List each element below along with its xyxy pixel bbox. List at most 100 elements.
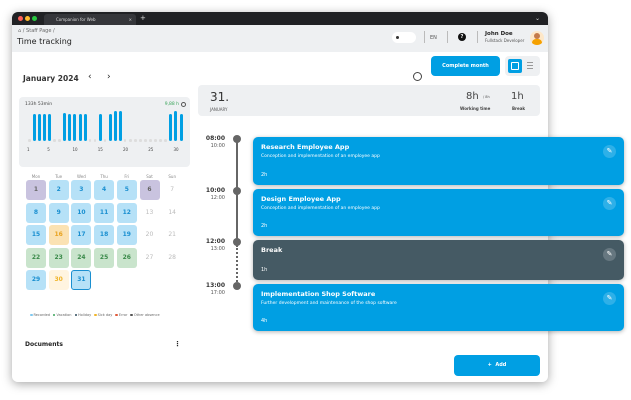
calendar-day[interactable]: 31 bbox=[71, 270, 92, 290]
next-month-button[interactable]: › bbox=[107, 72, 111, 82]
break-value: 1h bbox=[511, 91, 524, 102]
calendar-day[interactable]: 17 bbox=[71, 225, 92, 245]
time-entry-card[interactable]: Implementation Shop Software Further dev… bbox=[253, 284, 624, 331]
working-time-label: Working time bbox=[460, 106, 491, 111]
breadcrumb-staff-page[interactable]: / Staff Page / bbox=[23, 28, 55, 34]
entry-duration: 1h bbox=[261, 267, 268, 273]
calendar-day[interactable]: 5 bbox=[116, 180, 137, 200]
chart-bar-day-21 bbox=[129, 139, 132, 142]
calendar-day[interactable]: 9 bbox=[48, 202, 69, 223]
avatar[interactable] bbox=[530, 31, 544, 45]
chart-bar-day-22 bbox=[134, 139, 137, 142]
calendar-day[interactable]: 13 bbox=[140, 203, 160, 223]
edit-pencil-icon[interactable]: ✎ bbox=[603, 145, 616, 158]
edit-pencil-icon[interactable]: ✎ bbox=[603, 248, 616, 261]
calendar-day[interactable]: 18 bbox=[94, 225, 115, 245]
calendar-day[interactable]: 12 bbox=[116, 202, 137, 223]
entry-title: Research Employee App bbox=[261, 143, 350, 151]
weekday-sun: Sun bbox=[168, 174, 176, 179]
timeline-dot bbox=[233, 135, 241, 143]
browser-tab[interactable]: Companion for Web × bbox=[44, 14, 136, 25]
calendar-view-button[interactable] bbox=[508, 59, 522, 73]
calendar-day[interactable]: 14 bbox=[162, 203, 182, 223]
legend-item: Recorded bbox=[30, 313, 50, 317]
chart-bar-day-10 bbox=[73, 114, 77, 141]
add-label: Add bbox=[495, 362, 507, 368]
calendar-day[interactable]: 2 bbox=[48, 180, 69, 200]
legend-dot bbox=[30, 313, 33, 316]
maximize-window-icon[interactable] bbox=[32, 16, 37, 21]
calendar-day[interactable]: 16 bbox=[48, 225, 69, 245]
list-view-button[interactable] bbox=[527, 62, 533, 69]
edit-pencil-icon[interactable]: ✎ bbox=[603, 197, 616, 210]
calendar-day[interactable]: 22 bbox=[26, 247, 46, 268]
calendar-day[interactable]: 3 bbox=[71, 180, 92, 200]
legend-item: Holiday bbox=[74, 313, 91, 317]
theme-toggle[interactable] bbox=[392, 32, 416, 43]
add-button[interactable]: + Add bbox=[454, 355, 540, 376]
chart-bar-day-29 bbox=[169, 114, 173, 141]
calendar-day[interactable]: 26 bbox=[116, 247, 137, 268]
entry-duration: 2h bbox=[261, 223, 268, 229]
calendar-day[interactable]: 25 bbox=[94, 247, 115, 268]
chart-bar-day-26 bbox=[154, 139, 157, 142]
chart-bar-day-12 bbox=[83, 114, 87, 141]
chart-bar-day-9 bbox=[68, 114, 72, 141]
calendar-day[interactable]: 21 bbox=[162, 225, 182, 245]
calendar-day[interactable]: 6 bbox=[139, 180, 160, 200]
calendar-day[interactable]: 8 bbox=[26, 202, 46, 223]
day-month: JANUARY bbox=[210, 107, 228, 112]
chart-bar-day-15 bbox=[98, 114, 102, 141]
tab-menu-icon[interactable]: ⌄ bbox=[535, 12, 540, 25]
calendar-day[interactable]: 4 bbox=[94, 180, 115, 200]
legend-item: Error bbox=[115, 313, 127, 317]
edit-pencil-icon[interactable]: ✎ bbox=[603, 292, 616, 305]
x-tick-label: 25 bbox=[148, 147, 154, 152]
calendar-day[interactable]: 20 bbox=[140, 225, 160, 245]
history-icon[interactable] bbox=[413, 72, 422, 81]
time-entry-card[interactable]: Research Employee App Conception and imp… bbox=[253, 137, 624, 185]
documents-menu-icon[interactable]: ⋮ bbox=[174, 340, 181, 348]
legend-dot bbox=[130, 313, 133, 316]
calendar-day[interactable]: 28 bbox=[162, 248, 182, 268]
weekday-wed: Wed bbox=[77, 174, 86, 179]
calendar-day[interactable]: 24 bbox=[71, 247, 92, 268]
documents-title: Documents bbox=[25, 341, 63, 348]
home-icon[interactable]: ⌂ bbox=[18, 28, 21, 34]
calendar-legend: Recorded Vacation Holiday Sick day Error Othe… bbox=[30, 313, 163, 317]
prev-month-button[interactable]: ‹ bbox=[88, 72, 92, 82]
month-summary-chart: 133h 53min 9,88 h 1 5 10 15 20 25 30 bbox=[19, 97, 190, 167]
calendar-day[interactable]: 10 bbox=[71, 202, 92, 223]
time-entry-card[interactable]: Break 1h ✎ bbox=[253, 240, 624, 280]
calendar-day[interactable]: 11 bbox=[94, 202, 115, 223]
legend-dot bbox=[94, 313, 97, 316]
chart-bar-day-14 bbox=[93, 139, 97, 142]
weekday-mon: Mon bbox=[31, 174, 41, 179]
calendar-day[interactable]: 7 bbox=[162, 180, 182, 200]
chart-bar-day-13 bbox=[88, 139, 92, 142]
x-tick-label: 30 bbox=[173, 147, 179, 152]
x-tick-label: 15 bbox=[97, 147, 103, 152]
calendar-day[interactable]: 29 bbox=[26, 270, 46, 290]
page-title: Time tracking bbox=[17, 37, 72, 46]
calendar-day[interactable]: 30 bbox=[48, 270, 69, 290]
help-icon[interactable]: ? bbox=[458, 33, 466, 41]
time-entry-card[interactable]: Design Employee App Conception and imple… bbox=[253, 189, 624, 236]
legend-item: Other absence bbox=[130, 313, 160, 317]
entry-description: Further development and maintenance of t… bbox=[261, 301, 397, 306]
chart-bar-day-24 bbox=[144, 139, 147, 142]
complete-month-button[interactable]: Complete month bbox=[431, 56, 500, 76]
calendar-day[interactable]: 23 bbox=[48, 247, 69, 268]
close-tab-icon[interactable]: × bbox=[129, 14, 132, 25]
chart-bar-day-1 bbox=[28, 139, 31, 142]
calendar-day[interactable]: 27 bbox=[140, 248, 160, 268]
language-selector[interactable]: EN bbox=[430, 35, 437, 41]
new-tab-button[interactable]: + bbox=[140, 12, 146, 25]
clock-icon[interactable] bbox=[181, 102, 186, 107]
calendar-day[interactable]: 1 bbox=[26, 180, 46, 200]
minimize-window-icon[interactable] bbox=[25, 16, 30, 21]
calendar-day[interactable]: 19 bbox=[116, 225, 137, 245]
user-name: John Doe bbox=[485, 31, 513, 37]
calendar-day[interactable]: 15 bbox=[26, 225, 46, 245]
close-window-icon[interactable] bbox=[18, 16, 23, 21]
